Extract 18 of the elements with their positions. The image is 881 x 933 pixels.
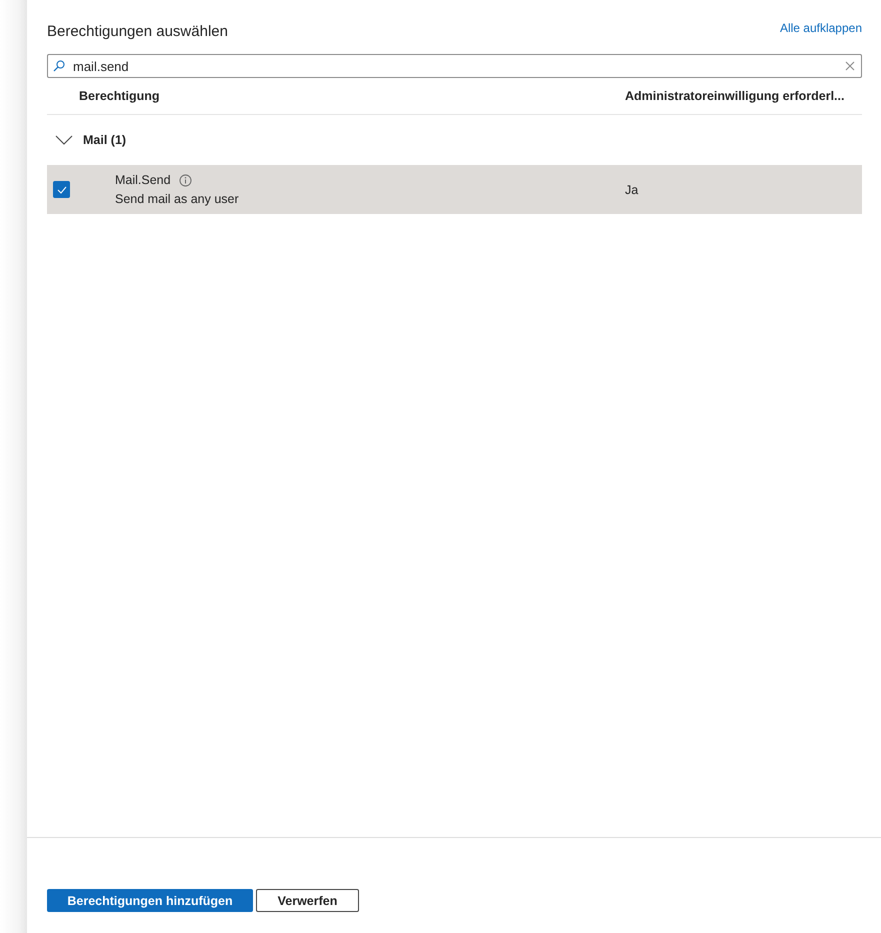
check-icon (56, 186, 66, 194)
add-permissions-button[interactable]: Berechtigungen hinzufügen (47, 889, 253, 912)
table-cell-text: Ja (625, 182, 640, 196)
panel-title: Berechtigungen auswählen (47, 22, 228, 40)
checkbox[interactable] (53, 181, 70, 198)
permission-row[interactable]: Mail.Send Send mail as any user Ja (47, 165, 862, 214)
permission-name: Mail.Send (115, 173, 171, 187)
chevron-icon[interactable] (55, 135, 73, 145)
column-header: Administratoreinwilligung erforderl... (625, 89, 846, 103)
discard-button[interactable]: Verwerfen (256, 889, 359, 912)
clear-icon[interactable] (845, 61, 855, 71)
column-header: Berechtigung (79, 89, 160, 103)
info-icon[interactable] (178, 174, 192, 186)
permission-description: Send mail as any user (115, 192, 240, 206)
search-icon (53, 60, 65, 72)
group-label[interactable]: Mail (1) (83, 133, 126, 147)
expand-all-link[interactable]: Alle aufklappen (780, 21, 862, 35)
search-field[interactable]: mail.send (47, 54, 862, 78)
